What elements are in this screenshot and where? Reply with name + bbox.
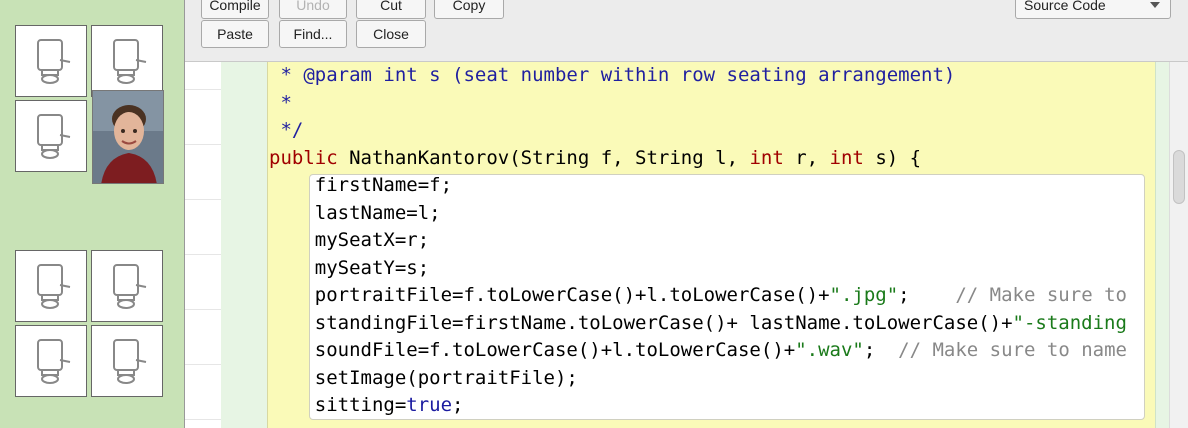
code-line[interactable]: portraitFile=f.toLowerCase()+l.toLowerCa… (269, 282, 1127, 310)
student-portrait[interactable] (92, 90, 164, 184)
vertical-scrollbar[interactable] (1169, 62, 1188, 428)
view-select[interactable]: Source Code (1015, 0, 1171, 19)
empty-seat-icon (37, 114, 71, 159)
code-line[interactable]: */ (269, 117, 1127, 145)
code-token: public (269, 146, 338, 169)
seat-tile[interactable] (91, 325, 163, 397)
code-token: ".jpg" (829, 284, 899, 306)
empty-seat-icon (37, 264, 71, 309)
code-token: * (269, 91, 292, 114)
code-line[interactable]: mySeatX=r; (269, 227, 1127, 255)
code-line[interactable]: firstName=f; (269, 172, 1127, 200)
code-area[interactable]: * @param int s (seat number within row s… (185, 62, 1188, 428)
code-token: ; (452, 394, 464, 416)
line-gutter (185, 62, 221, 428)
code-token: r, (783, 146, 830, 169)
code-token: // Make sure to name (898, 339, 1127, 361)
code-line[interactable]: * @param int s (seat number within row s… (269, 62, 1127, 90)
portrait-image (93, 91, 163, 183)
code-token: soundFile=f.toLowerCase()+l.toLowerCase(… (269, 339, 796, 361)
code-token: lastName=l; (269, 201, 441, 224)
code-editor-window: Compile Undo Cut Copy Paste Find... Clos… (184, 0, 1188, 428)
code-token: mySeatY=s; (269, 256, 430, 279)
code-token: NathanKantorov(String f, String l, (337, 146, 750, 169)
empty-seat-icon (113, 39, 147, 84)
code-line[interactable]: mySeatY=s; (269, 255, 1127, 283)
code-token: portraitFile=f.toLowerCase()+l.toLowerCa… (269, 284, 830, 306)
find-button[interactable]: Find... (279, 20, 347, 48)
code-token: setImage(portraitFile); (269, 366, 578, 389)
code-line[interactable]: * (269, 90, 1127, 118)
code-token: * @param int s (seat number within row s… (269, 64, 956, 86)
code-token: s) { (863, 146, 922, 169)
class-scope (221, 62, 267, 428)
code-line[interactable]: setImage(portraitFile); (269, 365, 1127, 393)
undo-button[interactable]: Undo (279, 0, 347, 19)
code-token: int (829, 146, 864, 169)
seat-tile[interactable] (15, 25, 87, 97)
code-token: ; (898, 284, 956, 306)
code-token: sitting= (269, 394, 407, 416)
code-token: ".wav" (795, 339, 864, 361)
cut-button[interactable]: Cut (356, 0, 426, 19)
empty-seat-icon (113, 264, 147, 309)
editor-toolbar: Compile Undo Cut Copy Paste Find... Clos… (185, 0, 1188, 62)
empty-seat-icon (37, 339, 71, 384)
code-line[interactable]: sitting=true; (269, 392, 1127, 420)
seat-tile[interactable] (91, 25, 163, 97)
code-token: true (406, 394, 453, 416)
code-line[interactable]: public NathanKantorov(String f, String l… (269, 145, 1127, 173)
code-token: "-standing (1012, 311, 1127, 334)
code-token: int (749, 146, 784, 169)
code-token: // Make sure to (955, 284, 1127, 306)
seat-tile[interactable] (15, 325, 87, 397)
code-line[interactable]: soundFile=f.toLowerCase()+l.toLowerCase(… (269, 337, 1127, 365)
view-select-label: Source Code (1024, 0, 1106, 13)
seat-tile[interactable] (15, 250, 87, 322)
seat-tile[interactable] (15, 100, 87, 172)
chevron-down-icon (1150, 2, 1160, 8)
close-button[interactable]: Close (356, 20, 426, 48)
source-code[interactable]: * @param int s (seat number within row s… (269, 62, 1127, 420)
code-line[interactable]: lastName=l; (269, 200, 1127, 228)
class-scope-right (1155, 62, 1169, 428)
code-token: firstName=f; (269, 174, 453, 196)
scrollbar-thumb[interactable] (1173, 150, 1185, 204)
code-token: ; (863, 339, 899, 361)
code-token: standingFile=firstName.toLowerCase()+ la… (269, 311, 1013, 334)
code-line[interactable]: standingFile=firstName.toLowerCase()+ la… (269, 310, 1127, 338)
paste-button[interactable]: Paste (201, 20, 269, 48)
empty-seat-icon (113, 339, 147, 384)
code-token: */ (269, 119, 304, 141)
world-panel (0, 0, 184, 428)
code-token: mySeatX=r; (269, 229, 430, 251)
seat-tile[interactable] (91, 250, 163, 322)
compile-button[interactable]: Compile (201, 0, 269, 19)
copy-button[interactable]: Copy (434, 0, 504, 19)
empty-seat-icon (37, 39, 71, 84)
